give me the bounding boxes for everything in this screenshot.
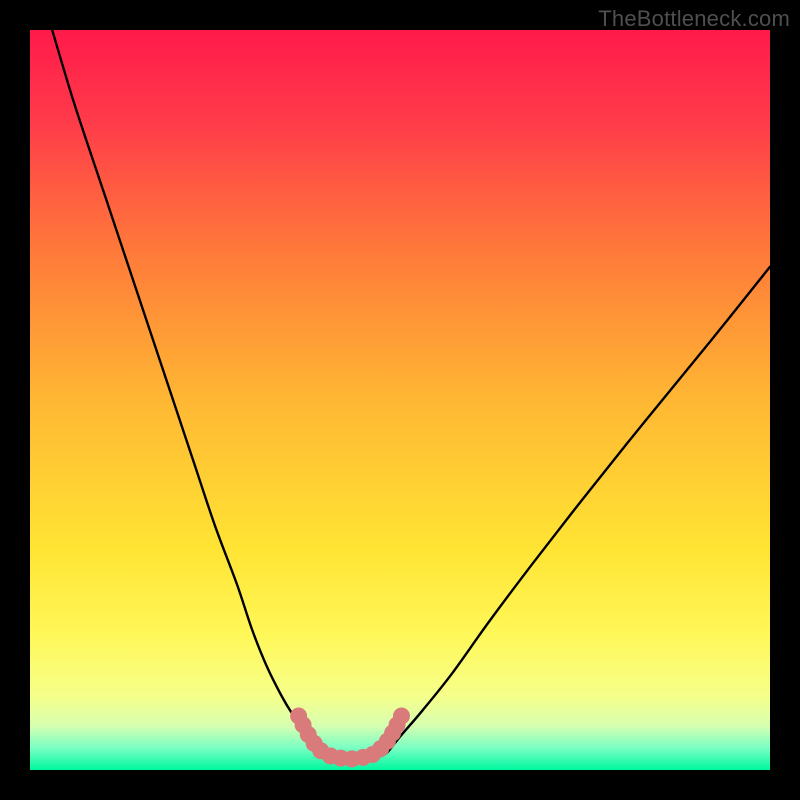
outer-frame: TheBottleneck.com xyxy=(0,0,800,800)
trough-marker-dot xyxy=(393,707,410,724)
curve-layer xyxy=(30,30,770,770)
watermark-text: TheBottleneck.com xyxy=(598,6,790,32)
plot-area xyxy=(30,30,770,770)
bottleneck-curve xyxy=(52,30,770,760)
